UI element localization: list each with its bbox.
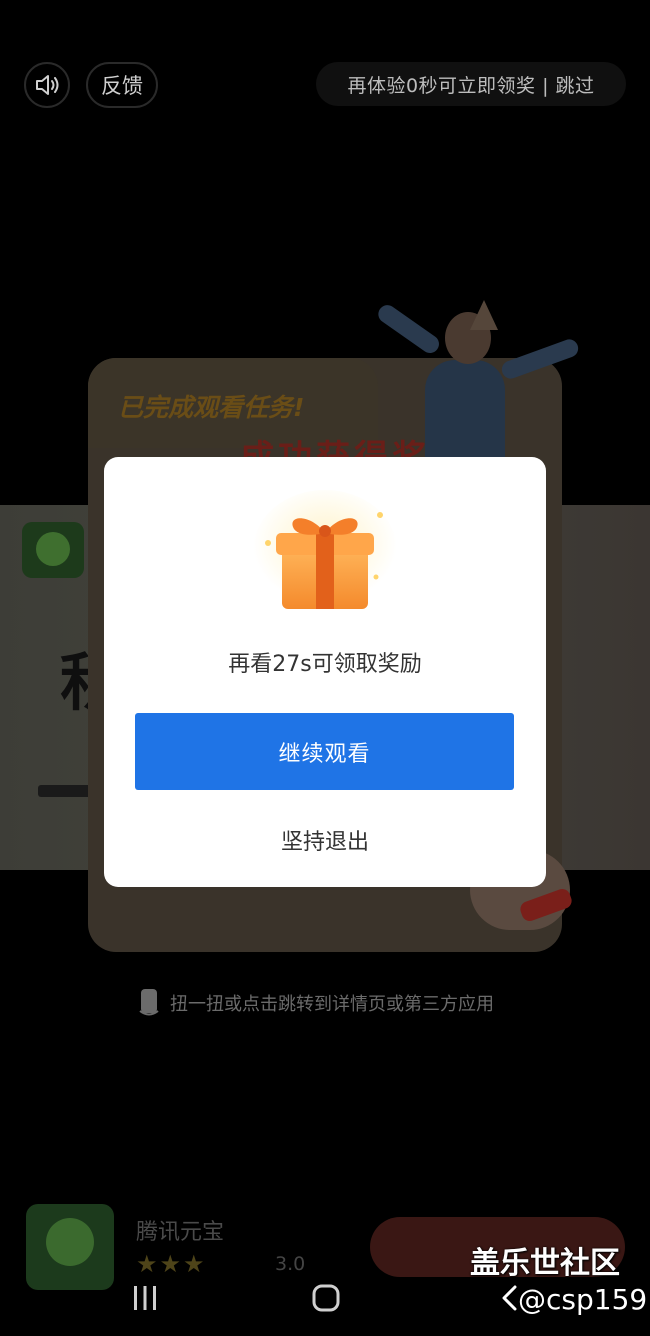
ad-logo bbox=[22, 522, 84, 578]
gift-box-icon bbox=[253, 490, 397, 610]
watermark-handle: @csp159 bbox=[518, 1283, 648, 1316]
watermark-title: 盖乐世社区 bbox=[470, 1246, 620, 1281]
continue-watching-button[interactable]: 继续观看 bbox=[135, 713, 514, 790]
party-hat bbox=[470, 300, 498, 330]
character-body bbox=[425, 360, 505, 470]
character-arm-left bbox=[374, 301, 443, 357]
home-icon[interactable] bbox=[311, 1283, 341, 1313]
dialog-message: 再看27s可领取奖励 bbox=[228, 652, 422, 677]
back-icon[interactable] bbox=[500, 1284, 518, 1312]
exit-button[interactable]: 坚持退出 bbox=[104, 824, 546, 856]
shake-hint-text: 扭一扭或点击跳转到详情页或第三方应用 bbox=[170, 994, 494, 1015]
shake-hint: 扭一扭或点击跳转到详情页或第三方应用 bbox=[138, 988, 494, 1018]
speaker-icon bbox=[36, 75, 59, 95]
reward-task-complete-text: 已完成观看任务! bbox=[118, 393, 305, 422]
phone-icon bbox=[139, 989, 159, 1016]
recents-icon[interactable] bbox=[130, 1283, 160, 1313]
app-logo[interactable] bbox=[26, 1204, 114, 1290]
sound-toggle-button[interactable] bbox=[24, 62, 70, 108]
app-name[interactable]: 腾讯元宝 bbox=[136, 1214, 224, 1246]
skip-countdown-button[interactable]: 再体验0秒可立即领奖 | 跳过 bbox=[316, 62, 626, 106]
app-rating-value: 3.0 bbox=[275, 1253, 306, 1275]
feedback-button[interactable]: 反馈 bbox=[86, 62, 158, 108]
app-rating-stars: ★★★ bbox=[136, 1250, 207, 1278]
